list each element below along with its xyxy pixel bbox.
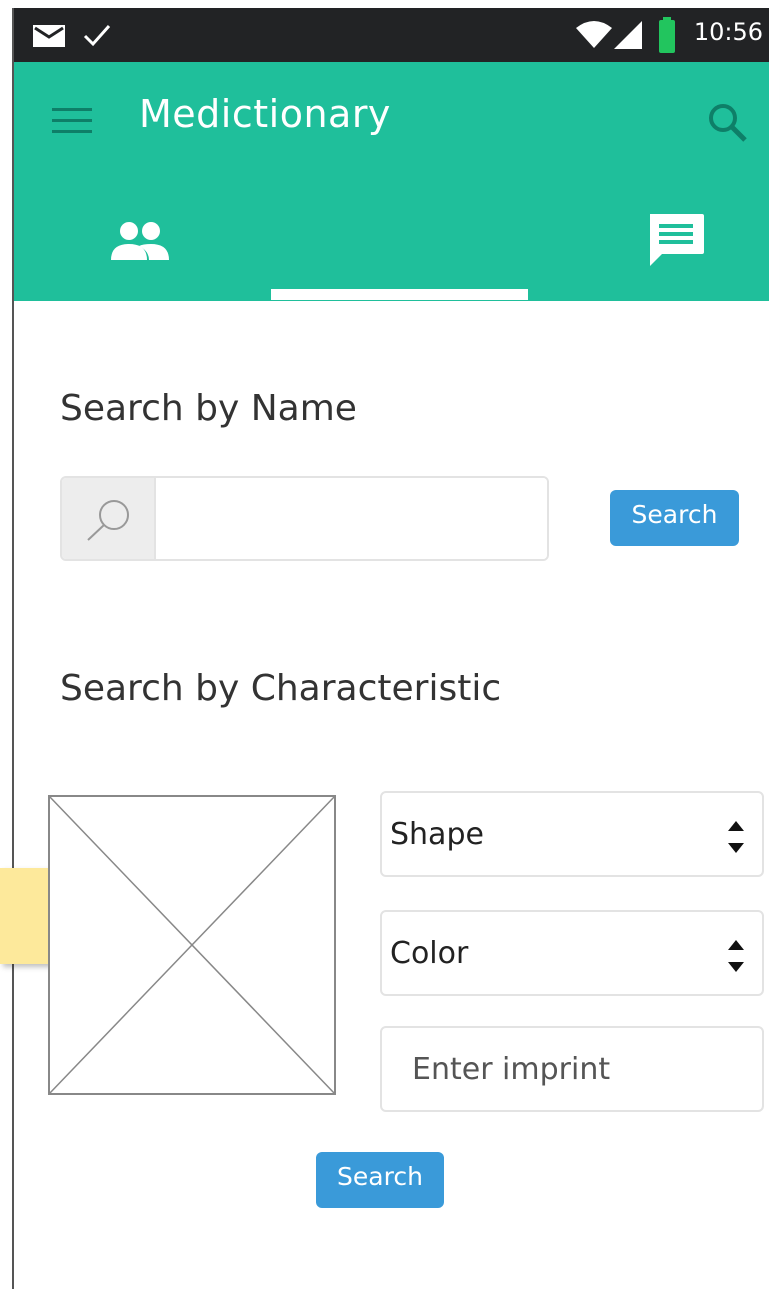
app-title: Medictionary (139, 92, 391, 136)
color-select-value: Color (390, 936, 469, 971)
shape-select-value: Shape (390, 817, 484, 852)
status-time: 10:56 (693, 18, 763, 46)
tab-messages[interactable] (528, 202, 769, 301)
name-search-group (60, 476, 549, 561)
wifi-icon (576, 21, 612, 48)
magnifier-icon (87, 500, 129, 541)
chat-icon (650, 214, 704, 266)
active-tab-indicator (271, 289, 528, 300)
tab-people[interactable] (14, 202, 271, 301)
characteristic-search-button[interactable]: Search (316, 1152, 444, 1208)
name-search-button[interactable]: Search (610, 490, 739, 546)
sticky-note (0, 868, 49, 964)
name-search-input[interactable] (158, 478, 547, 559)
color-select[interactable]: Color (380, 910, 764, 996)
search-icon[interactable] (707, 102, 749, 144)
image-placeholder (48, 795, 336, 1095)
people-icon (111, 222, 169, 260)
sort-arrows-icon (728, 821, 744, 853)
search-by-characteristic-title: Search by Characteristic (60, 668, 502, 709)
battery-icon (659, 17, 675, 53)
search-addon (62, 478, 156, 559)
tab-search[interactable] (271, 202, 528, 301)
sort-arrows-icon (728, 940, 744, 972)
shape-select[interactable]: Shape (380, 791, 764, 877)
check-icon (83, 25, 111, 47)
app-bar: Medictionary (14, 62, 769, 301)
frame-top (12, 0, 769, 8)
menu-icon[interactable] (52, 106, 92, 136)
status-bar: 10:56 (14, 8, 769, 62)
search-by-name-title: Search by Name (60, 388, 357, 429)
signal-icon (614, 21, 642, 49)
mail-icon (33, 25, 65, 47)
imprint-input[interactable] (380, 1026, 764, 1112)
